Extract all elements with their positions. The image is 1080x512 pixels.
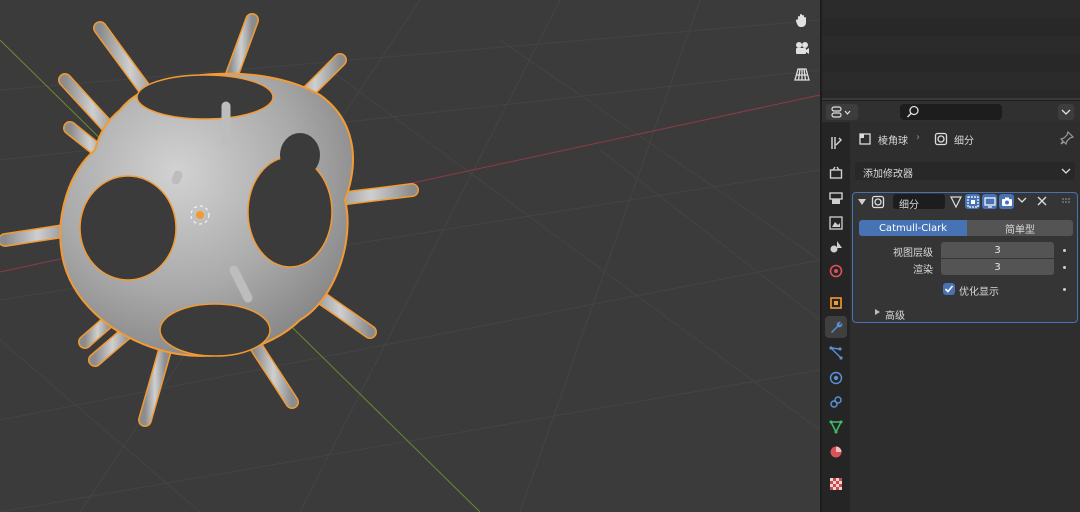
drag-handle-icon[interactable] xyxy=(1061,197,1071,207)
simple-tab[interactable]: 简单型 xyxy=(967,220,1073,236)
mesh-object-icon xyxy=(858,132,872,146)
render-icon[interactable] xyxy=(825,162,847,184)
pin-icon[interactable] xyxy=(1059,130,1075,146)
modifier-wrench-icon[interactable] xyxy=(825,316,847,338)
physics-icon[interactable] xyxy=(825,367,847,389)
object-data-icon[interactable] xyxy=(825,416,847,438)
outliner-row[interactable] xyxy=(822,18,1080,36)
camera-icon[interactable] xyxy=(790,36,814,60)
close-icon xyxy=(1037,196,1047,206)
subdivision-modifier-panel: 细分 Catmull-Clark 简单型 视图层级 3 渲染 3 优化显示 高级 xyxy=(852,192,1078,323)
edit-mode-toggle[interactable] xyxy=(965,194,980,209)
properties-tabs xyxy=(822,122,850,512)
viewport-levels-label: 视图层级 xyxy=(893,248,933,259)
chevron-down-icon xyxy=(1017,197,1027,203)
options-dropdown-button[interactable] xyxy=(1058,104,1074,120)
hand-pan-icon[interactable] xyxy=(790,8,814,32)
tool-icon[interactable] xyxy=(825,132,847,154)
outliner-row[interactable] xyxy=(822,72,1080,90)
advanced-subpanel-label[interactable]: 高级 xyxy=(885,307,905,322)
keyframe-dot-icon[interactable] xyxy=(1063,266,1066,269)
material-icon[interactable] xyxy=(825,441,847,463)
chevron-down-icon xyxy=(1061,109,1071,115)
expand-triangle-icon[interactable] xyxy=(873,308,881,316)
subdivision-modifier-icon xyxy=(871,195,885,209)
viewport-levels-field[interactable]: 3 xyxy=(941,242,1054,258)
keyframe-dot-icon[interactable] xyxy=(1063,288,1066,291)
outliner-row[interactable] xyxy=(822,36,1080,54)
texture-icon[interactable] xyxy=(825,473,847,495)
viewport-scene xyxy=(0,0,820,512)
on-cage-icon xyxy=(949,195,962,208)
properties-editor-icon xyxy=(831,106,851,118)
modifier-name-field[interactable]: 细分 xyxy=(893,194,945,211)
outliner-panel[interactable] xyxy=(822,0,1080,98)
chevron-down-icon xyxy=(1061,168,1071,174)
modifier-name-text: 细分 xyxy=(899,200,919,211)
scene-icon[interactable] xyxy=(825,236,847,258)
outliner-row[interactable] xyxy=(822,54,1080,72)
add-modifier-dropdown[interactable]: 添加修改器 xyxy=(855,162,1075,180)
view-layer-icon[interactable] xyxy=(825,212,847,234)
realtime-toggle[interactable] xyxy=(982,194,997,209)
catmull-clark-tab[interactable]: Catmull-Clark xyxy=(859,220,967,236)
editor-type-button[interactable] xyxy=(826,104,858,120)
camera-icon xyxy=(1001,197,1012,206)
checkmark-icon xyxy=(944,285,954,293)
world-icon[interactable] xyxy=(825,260,847,282)
monitor-icon xyxy=(983,196,996,208)
breadcrumb-modifier-name: 细分 xyxy=(954,136,974,147)
particles-icon[interactable] xyxy=(825,342,847,364)
3d-viewport[interactable] xyxy=(0,0,820,512)
render-levels-field[interactable]: 3 xyxy=(941,259,1054,275)
on-cage-toggle[interactable] xyxy=(948,194,963,209)
grid-perspective-icon[interactable] xyxy=(790,62,814,86)
render-toggle[interactable] xyxy=(999,194,1014,209)
collapse-triangle-icon[interactable] xyxy=(857,197,867,207)
search-icon xyxy=(906,105,919,118)
properties-body: 棱角球 › 细分 添加修改器 细分 Catmull-Clark 简单型 视图层级… xyxy=(850,122,1080,512)
modifier-menu-dropdown[interactable] xyxy=(1017,196,1029,208)
properties-header xyxy=(822,100,1080,123)
constraints-icon[interactable] xyxy=(825,391,847,413)
optimal-display-label: 优化显示 xyxy=(959,287,999,298)
breadcrumb-separator: › xyxy=(916,132,920,143)
remove-modifier-button[interactable] xyxy=(1037,196,1049,208)
add-modifier-label: 添加修改器 xyxy=(863,169,913,180)
edit-mode-icon xyxy=(966,195,979,208)
object-icon[interactable] xyxy=(825,292,847,314)
breadcrumb-object-name: 棱角球 xyxy=(878,136,908,147)
render-levels-label: 渲染 xyxy=(913,265,933,276)
keyframe-dot-icon[interactable] xyxy=(1063,249,1066,252)
output-icon[interactable] xyxy=(825,187,847,209)
search-input[interactable] xyxy=(900,104,1002,120)
subdivision-modifier-icon xyxy=(934,132,948,146)
outliner-row[interactable] xyxy=(822,0,1080,18)
optimal-display-checkbox[interactable] xyxy=(943,283,955,295)
